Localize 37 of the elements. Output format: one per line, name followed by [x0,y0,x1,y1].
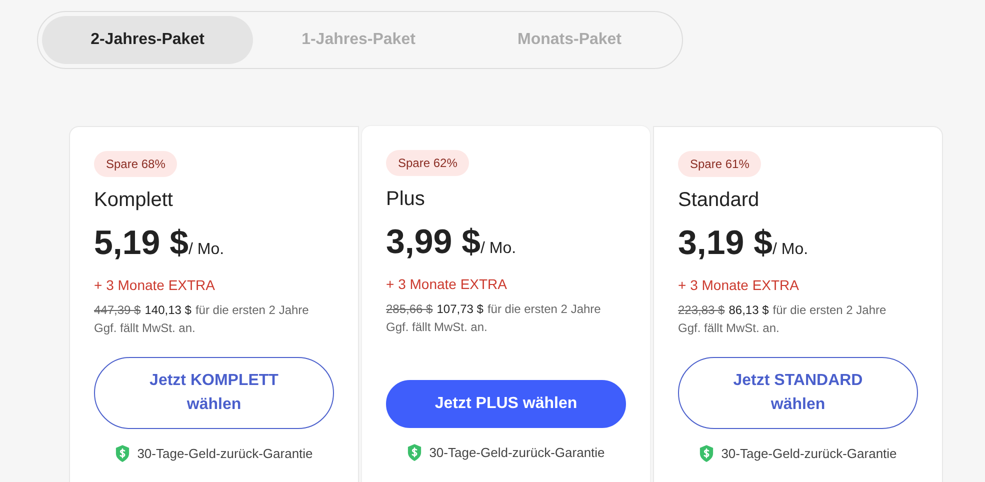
price-unit: / Mo. [188,241,224,259]
shield-dollar-icon [407,444,422,461]
choose-plan-button[interactable]: Jetzt PLUS wählen [386,380,626,428]
choose-plan-button[interactable]: Jetzt STANDARD wählen [678,357,918,429]
plan-name: Plus [386,188,425,211]
old-price: 223,83 $ [678,303,725,317]
billing-period: für die ersten 2 Jahre [487,302,601,316]
bonus-text: + 3 Monate EXTRA [678,277,800,293]
old-price: 447,39 $ [94,303,141,317]
price-unit: / Mo. [480,240,516,258]
bonus-text: + 3 Monate EXTRA [386,276,508,292]
plan-name: Standard [678,189,760,212]
discount-badge: Spare 61% [678,151,762,177]
guarantee-text: 30-Tage-Geld-zurück-Garantie [137,446,313,461]
guarantee-text: 30-Tage-Geld-zurück-Garantie [429,445,605,460]
shield-dollar-icon [699,445,714,462]
discount-badge: Spare 62% [386,150,470,176]
total-price: 140,13 $ [144,303,192,317]
vat-note: Ggf. fällt MwSt. an. [678,321,780,335]
old-price: 285,66 $ [386,302,433,316]
vat-note: Ggf. fällt MwSt. an. [386,320,488,334]
period-tab[interactable]: 2-Jahres-Paket [42,16,253,64]
billing-period: für die ersten 2 Jahre [772,303,886,317]
plan-price: 5,19 $ [94,224,189,263]
vat-note: Ggf. fällt MwSt. an. [94,321,196,335]
shield-dollar-icon [115,445,130,462]
plan-price: 3,99 $ [386,223,481,262]
discount-badge: Spare 68% [94,151,178,177]
billing-period: für die ersten 2 Jahre [195,303,309,317]
guarantee-text: 30-Tage-Geld-zurück-Garantie [721,446,897,461]
choose-plan-button[interactable]: Jetzt KOMPLETT wählen [94,357,334,429]
bonus-text: + 3 Monate EXTRA [94,277,216,293]
price-unit: / Mo. [772,241,808,259]
plan-price: 3,19 $ [678,224,773,263]
total-price: 86,13 $ [728,303,769,317]
total-price: 107,73 $ [436,302,484,316]
plan-name: Komplett [94,189,173,212]
